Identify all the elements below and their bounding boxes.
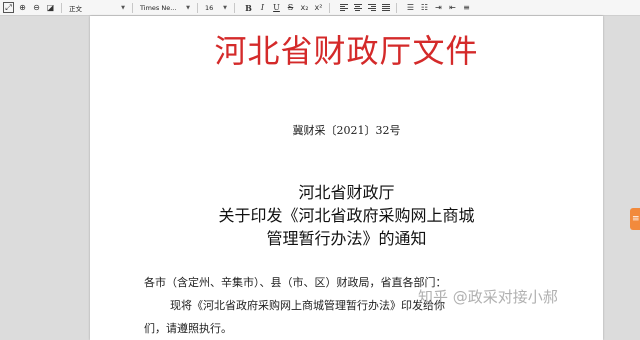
- bold-button[interactable]: B: [243, 2, 254, 13]
- toolbar-divider: [132, 2, 133, 13]
- font-size-select[interactable]: 16 ▼: [203, 2, 229, 13]
- subscript-icon[interactable]: x₂: [299, 2, 310, 13]
- watermark: 知乎 @政采对接小郝: [418, 288, 558, 306]
- paragraph-style-value: 正文: [69, 4, 82, 13]
- bulleted-list-icon[interactable]: ☰: [405, 2, 416, 13]
- numbered-list-icon[interactable]: ☷: [419, 2, 430, 13]
- strikethrough-button[interactable]: S: [285, 2, 296, 13]
- document-title: 河北省财政厅文件: [214, 32, 479, 70]
- font-family-select[interactable]: Times Ne... ▼: [138, 2, 192, 13]
- notice-heading-line-1: 河北省财政厅: [298, 183, 395, 202]
- indent-icon[interactable]: ⇥: [433, 2, 444, 13]
- underline-button[interactable]: U: [271, 2, 282, 13]
- document-number: 冀财采〔2021〕32号: [292, 124, 401, 137]
- align-left-icon[interactable]: [338, 2, 349, 13]
- italic-button[interactable]: I: [257, 2, 268, 13]
- align-right-icon[interactable]: [366, 2, 377, 13]
- body-paragraph-line-1: 现将《河北省政府采购网上商城管理暂行办法》印发给你: [170, 299, 445, 312]
- zoom-in-icon[interactable]: ⊕: [17, 2, 28, 13]
- font-family-value: Times Ne...: [140, 3, 177, 12]
- toolbar-divider: [234, 2, 235, 13]
- toolbar-divider: [329, 2, 330, 13]
- toolbar-divider: [396, 2, 397, 13]
- align-center-icon[interactable]: [352, 2, 363, 13]
- outdent-icon[interactable]: ⇤: [447, 2, 458, 13]
- body-paragraph-line-2: 们，请遵照执行。: [144, 322, 232, 335]
- notice-heading-line-2: 关于印发《河北省政府采购网上商城: [218, 206, 475, 225]
- zoom-out-icon[interactable]: ⊖: [31, 2, 42, 13]
- recipients-paragraph: 各市（含定州、辛集市）、县（市、区）财政局，省直各部门：: [144, 276, 447, 289]
- fit-page-icon[interactable]: ⤢: [3, 2, 14, 13]
- line-spacing-icon[interactable]: ≡: [461, 2, 472, 13]
- toolbar-divider: [61, 2, 62, 13]
- chevron-down-icon: ▼: [223, 4, 227, 11]
- notice-heading-line-3: 管理暂行办法》的通知: [266, 229, 427, 248]
- paragraph-style-select[interactable]: 正文 ▼: [67, 2, 127, 13]
- superscript-icon[interactable]: x²: [313, 2, 324, 13]
- font-size-value: 16: [205, 3, 214, 12]
- align-justify-icon[interactable]: [380, 2, 391, 13]
- editor-toolbar: ⤢ ⊕ ⊖ ◪ 正文 ▼ Times Ne... ▼ 16 ▼ B I U S …: [0, 0, 640, 16]
- side-feedback-widget[interactable]: ≡: [630, 208, 640, 230]
- feedback-icon: ≡: [632, 214, 640, 224]
- eraser-icon[interactable]: ◪: [45, 2, 56, 13]
- chevron-down-icon: ▼: [186, 4, 190, 11]
- chevron-down-icon: ▼: [121, 4, 125, 11]
- toolbar-divider: [197, 2, 198, 13]
